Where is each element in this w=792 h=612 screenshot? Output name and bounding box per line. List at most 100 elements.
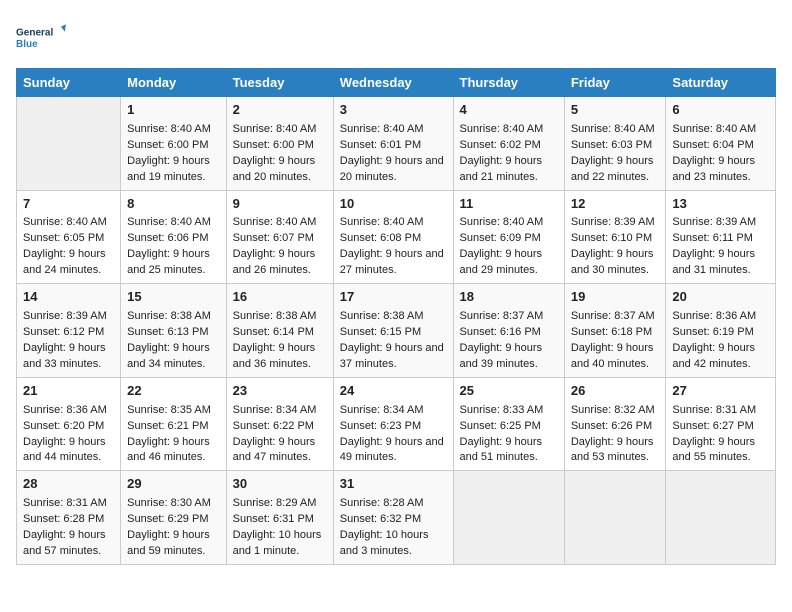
daylight-text: Daylight: 9 hours and 55 minutes. bbox=[672, 436, 755, 464]
sunrise-text: Sunrise: 8:33 AM bbox=[460, 404, 544, 416]
calendar-cell: 2 Sunrise: 8:40 AM Sunset: 6:00 PM Dayli… bbox=[226, 97, 333, 191]
day-number: 8 bbox=[127, 195, 219, 214]
sunrise-text: Sunrise: 8:39 AM bbox=[571, 216, 655, 228]
sunset-text: Sunset: 6:21 PM bbox=[127, 420, 208, 432]
sunrise-text: Sunrise: 8:38 AM bbox=[340, 310, 424, 322]
sunset-text: Sunset: 6:11 PM bbox=[672, 232, 753, 244]
day-number: 24 bbox=[340, 382, 447, 401]
daylight-text: Daylight: 9 hours and 59 minutes. bbox=[127, 529, 210, 557]
calendar-cell: 23 Sunrise: 8:34 AM Sunset: 6:22 PM Dayl… bbox=[226, 377, 333, 471]
day-number: 7 bbox=[23, 195, 114, 214]
sunrise-text: Sunrise: 8:37 AM bbox=[460, 310, 544, 322]
calendar-cell: 10 Sunrise: 8:40 AM Sunset: 6:08 PM Dayl… bbox=[333, 190, 453, 284]
sunrise-text: Sunrise: 8:39 AM bbox=[672, 216, 756, 228]
sunrise-text: Sunrise: 8:36 AM bbox=[23, 404, 107, 416]
calendar-cell bbox=[17, 97, 121, 191]
calendar-cell: 24 Sunrise: 8:34 AM Sunset: 6:23 PM Dayl… bbox=[333, 377, 453, 471]
daylight-text: Daylight: 9 hours and 46 minutes. bbox=[127, 436, 210, 464]
daylight-text: Daylight: 9 hours and 22 minutes. bbox=[571, 155, 654, 183]
logo-svg: General Blue bbox=[16, 16, 66, 60]
sunrise-text: Sunrise: 8:31 AM bbox=[672, 404, 756, 416]
sunset-text: Sunset: 6:28 PM bbox=[23, 513, 104, 525]
daylight-text: Daylight: 9 hours and 21 minutes. bbox=[460, 155, 543, 183]
week-row-4: 21 Sunrise: 8:36 AM Sunset: 6:20 PM Dayl… bbox=[17, 377, 776, 471]
calendar-cell: 4 Sunrise: 8:40 AM Sunset: 6:02 PM Dayli… bbox=[453, 97, 564, 191]
daylight-text: Daylight: 9 hours and 37 minutes. bbox=[340, 342, 444, 370]
day-number: 6 bbox=[672, 101, 769, 120]
calendar-cell bbox=[564, 471, 666, 565]
sunrise-text: Sunrise: 8:40 AM bbox=[460, 123, 544, 135]
day-number: 11 bbox=[460, 195, 558, 214]
week-row-1: 1 Sunrise: 8:40 AM Sunset: 6:00 PM Dayli… bbox=[17, 97, 776, 191]
day-header-monday: Monday bbox=[121, 69, 226, 97]
sunrise-text: Sunrise: 8:37 AM bbox=[571, 310, 655, 322]
day-number: 29 bbox=[127, 475, 219, 494]
sunrise-text: Sunrise: 8:34 AM bbox=[340, 404, 424, 416]
daylight-text: Daylight: 9 hours and 30 minutes. bbox=[571, 248, 654, 276]
week-row-3: 14 Sunrise: 8:39 AM Sunset: 6:12 PM Dayl… bbox=[17, 284, 776, 378]
daylight-text: Daylight: 9 hours and 36 minutes. bbox=[233, 342, 316, 370]
daylight-text: Daylight: 10 hours and 3 minutes. bbox=[340, 529, 429, 557]
calendar-cell: 30 Sunrise: 8:29 AM Sunset: 6:31 PM Dayl… bbox=[226, 471, 333, 565]
day-number: 17 bbox=[340, 288, 447, 307]
sunset-text: Sunset: 6:22 PM bbox=[233, 420, 314, 432]
sunset-text: Sunset: 6:10 PM bbox=[571, 232, 652, 244]
calendar-cell: 25 Sunrise: 8:33 AM Sunset: 6:25 PM Dayl… bbox=[453, 377, 564, 471]
sunset-text: Sunset: 6:02 PM bbox=[460, 139, 541, 151]
calendar-cell: 17 Sunrise: 8:38 AM Sunset: 6:15 PM Dayl… bbox=[333, 284, 453, 378]
day-number: 16 bbox=[233, 288, 327, 307]
page-header: General Blue bbox=[16, 16, 776, 60]
sunrise-text: Sunrise: 8:36 AM bbox=[672, 310, 756, 322]
sunrise-text: Sunrise: 8:28 AM bbox=[340, 497, 424, 509]
day-number: 30 bbox=[233, 475, 327, 494]
calendar-cell: 11 Sunrise: 8:40 AM Sunset: 6:09 PM Dayl… bbox=[453, 190, 564, 284]
day-number: 3 bbox=[340, 101, 447, 120]
calendar-cell: 7 Sunrise: 8:40 AM Sunset: 6:05 PM Dayli… bbox=[17, 190, 121, 284]
day-header-wednesday: Wednesday bbox=[333, 69, 453, 97]
sunset-text: Sunset: 6:16 PM bbox=[460, 326, 541, 338]
sunset-text: Sunset: 6:04 PM bbox=[672, 139, 753, 151]
sunset-text: Sunset: 6:27 PM bbox=[672, 420, 753, 432]
calendar-cell: 13 Sunrise: 8:39 AM Sunset: 6:11 PM Dayl… bbox=[666, 190, 776, 284]
day-number: 28 bbox=[23, 475, 114, 494]
day-header-thursday: Thursday bbox=[453, 69, 564, 97]
sunset-text: Sunset: 6:15 PM bbox=[340, 326, 421, 338]
day-number: 2 bbox=[233, 101, 327, 120]
sunset-text: Sunset: 6:32 PM bbox=[340, 513, 421, 525]
calendar-cell: 22 Sunrise: 8:35 AM Sunset: 6:21 PM Dayl… bbox=[121, 377, 226, 471]
day-header-friday: Friday bbox=[564, 69, 666, 97]
daylight-text: Daylight: 9 hours and 19 minutes. bbox=[127, 155, 210, 183]
daylight-text: Daylight: 9 hours and 53 minutes. bbox=[571, 436, 654, 464]
daylight-text: Daylight: 9 hours and 49 minutes. bbox=[340, 436, 444, 464]
day-number: 14 bbox=[23, 288, 114, 307]
daylight-text: Daylight: 9 hours and 47 minutes. bbox=[233, 436, 316, 464]
daylight-text: Daylight: 9 hours and 33 minutes. bbox=[23, 342, 106, 370]
sunset-text: Sunset: 6:05 PM bbox=[23, 232, 104, 244]
sunset-text: Sunset: 6:31 PM bbox=[233, 513, 314, 525]
sunset-text: Sunset: 6:13 PM bbox=[127, 326, 208, 338]
sunset-text: Sunset: 6:20 PM bbox=[23, 420, 104, 432]
sunset-text: Sunset: 6:09 PM bbox=[460, 232, 541, 244]
sunrise-text: Sunrise: 8:40 AM bbox=[127, 216, 211, 228]
sunrise-text: Sunrise: 8:40 AM bbox=[233, 216, 317, 228]
calendar-cell: 20 Sunrise: 8:36 AM Sunset: 6:19 PM Dayl… bbox=[666, 284, 776, 378]
sunset-text: Sunset: 6:19 PM bbox=[672, 326, 753, 338]
daylight-text: Daylight: 9 hours and 24 minutes. bbox=[23, 248, 106, 276]
day-number: 25 bbox=[460, 382, 558, 401]
calendar-cell: 9 Sunrise: 8:40 AM Sunset: 6:07 PM Dayli… bbox=[226, 190, 333, 284]
daylight-text: Daylight: 9 hours and 40 minutes. bbox=[571, 342, 654, 370]
calendar-header-row: SundayMondayTuesdayWednesdayThursdayFrid… bbox=[17, 69, 776, 97]
calendar-cell: 14 Sunrise: 8:39 AM Sunset: 6:12 PM Dayl… bbox=[17, 284, 121, 378]
sunset-text: Sunset: 6:26 PM bbox=[571, 420, 652, 432]
sunrise-text: Sunrise: 8:34 AM bbox=[233, 404, 317, 416]
week-row-2: 7 Sunrise: 8:40 AM Sunset: 6:05 PM Dayli… bbox=[17, 190, 776, 284]
sunset-text: Sunset: 6:18 PM bbox=[571, 326, 652, 338]
day-number: 1 bbox=[127, 101, 219, 120]
sunset-text: Sunset: 6:25 PM bbox=[460, 420, 541, 432]
day-number: 26 bbox=[571, 382, 660, 401]
daylight-text: Daylight: 9 hours and 39 minutes. bbox=[460, 342, 543, 370]
sunrise-text: Sunrise: 8:31 AM bbox=[23, 497, 107, 509]
daylight-text: Daylight: 10 hours and 1 minute. bbox=[233, 529, 322, 557]
sunrise-text: Sunrise: 8:38 AM bbox=[233, 310, 317, 322]
day-number: 27 bbox=[672, 382, 769, 401]
